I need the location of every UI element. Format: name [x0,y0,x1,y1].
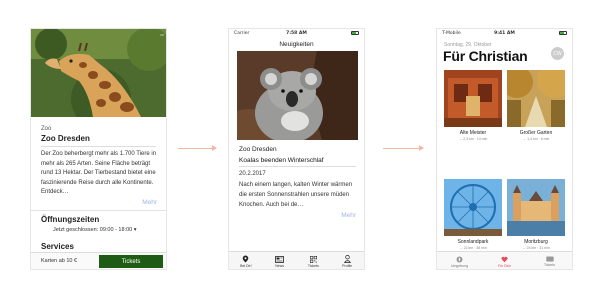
venue-description: Der Zoo beherbergt mehr als 1.700 Tiere … [41,151,157,195]
koala-photo [237,51,358,140]
tab-news[interactable]: News [263,252,297,269]
tab-profile[interactable]: Profile [330,252,364,269]
divider [41,146,156,147]
news-date: 20.2.2017 [239,171,266,177]
opening-hours-text: Jetzt geschlossen: 09:00 - 18:00 [53,227,133,233]
tab-label: Für Dich [497,263,512,268]
newspaper-icon [275,255,285,263]
card-title: Alte Meister [459,130,487,136]
tab-fuer-dich[interactable]: Für Dich [482,252,527,269]
location-pin-icon [243,255,249,263]
flow-arrow [383,145,424,151]
clock: 9:41 AM [494,31,515,36]
tab-bar: Umgebung Für Dich Tickets [437,251,572,269]
garden-photo [507,70,565,127]
avatar[interactable]: CW [551,47,564,60]
tickets-button[interactable]: Tickets [99,255,163,268]
status-bar: T-Mobile 9:41 AM [437,31,572,39]
card-title: Sonnlandpark [457,239,489,245]
tab-tickets[interactable]: Tickets [527,252,572,269]
divider [31,210,166,211]
heart-icon [501,256,508,262]
giraffe-photo: ▭ [31,29,166,117]
tab-tickets[interactable]: Tickets [297,252,331,269]
clock: 7:58 AM [286,31,307,36]
tab-label: Profile [342,264,353,268]
ticket-price: Karten ab 10 € [41,258,78,264]
news-headline: Koalas beenden Winterschlaf [239,157,324,164]
tab-bar: Bei Dir! News Tickets Profile [229,251,364,269]
battery-icon: ▭ [160,32,164,37]
services-heading: Services [41,242,74,251]
news-excerpt: Nach einem langen, kalten Winter wärmen … [239,182,353,208]
zoo-detail-screen: ▭ Zoo Zoo Dresden Der Zoo beherbergt meh… [30,28,167,270]
flow-arrow [178,145,217,151]
tab-label: Tickets [307,263,319,268]
place-card-grosser-garten[interactable]: Großer Garten → 1,4 km · 6 min [507,70,565,141]
status-bar: Carrier 7:58 AM [229,31,364,39]
tab-bei-dir[interactable]: Bei Dir! [229,252,263,269]
person-icon [343,255,351,263]
ticket-icon [545,256,554,262]
tab-label: Umgebung [450,263,469,268]
page-title: Für Christian [443,48,528,64]
card-title: Großer Garten [519,130,553,136]
ferris-wheel-photo [444,179,502,236]
card-distance: → 24 km · 31 min [522,246,550,250]
nav-title: Neuigkeiten [279,41,314,48]
venue-category: Zoo [41,126,52,132]
battery-icon [559,31,567,37]
divider [239,166,356,167]
for-you-screen: T-Mobile 9:41 AM Sonntag, 29. Oktober Fü… [436,28,573,270]
news-source: Zoo Dresden [239,146,277,153]
tab-label: News [275,263,284,268]
place-card-alte-meister[interactable]: Alte Meister → 2,3 km · 14 min [444,70,502,141]
tab-label: Tickets [544,263,555,267]
more-link[interactable]: Mehr [142,199,157,206]
compass-icon [456,256,463,262]
news-screen: Carrier 7:58 AM Neuigkeiten Zoo Dresden … [228,28,365,270]
tab-label: Bei Dir! [240,264,252,268]
castle-photo [507,179,565,236]
qr-code-icon [309,255,317,263]
opening-hours-heading: Öffnungszeiten [41,215,100,224]
opening-hours-toggle[interactable]: Jetzt geschlossen: 09:00 - 18:00 ▾ [53,227,137,233]
battery-icon [351,31,359,37]
museum-photo [444,70,502,127]
card-distance: → 1,4 km · 6 min [522,137,550,141]
more-link[interactable]: Mehr [341,212,356,219]
card-distance: → 22 km · 38 min [459,246,487,250]
card-distance: → 2,3 km · 14 min [458,137,488,141]
place-card-sonnlandpark[interactable]: Sonnlandpark → 22 km · 38 min [444,179,502,250]
card-title: Moritzburg [524,239,548,245]
venue-title: Zoo Dresden [41,134,90,143]
place-card-moritzburg[interactable]: Moritzburg → 24 km · 31 min [507,179,565,250]
tab-umgebung[interactable]: Umgebung [437,252,482,269]
chevron-down-icon: ▾ [133,227,137,233]
